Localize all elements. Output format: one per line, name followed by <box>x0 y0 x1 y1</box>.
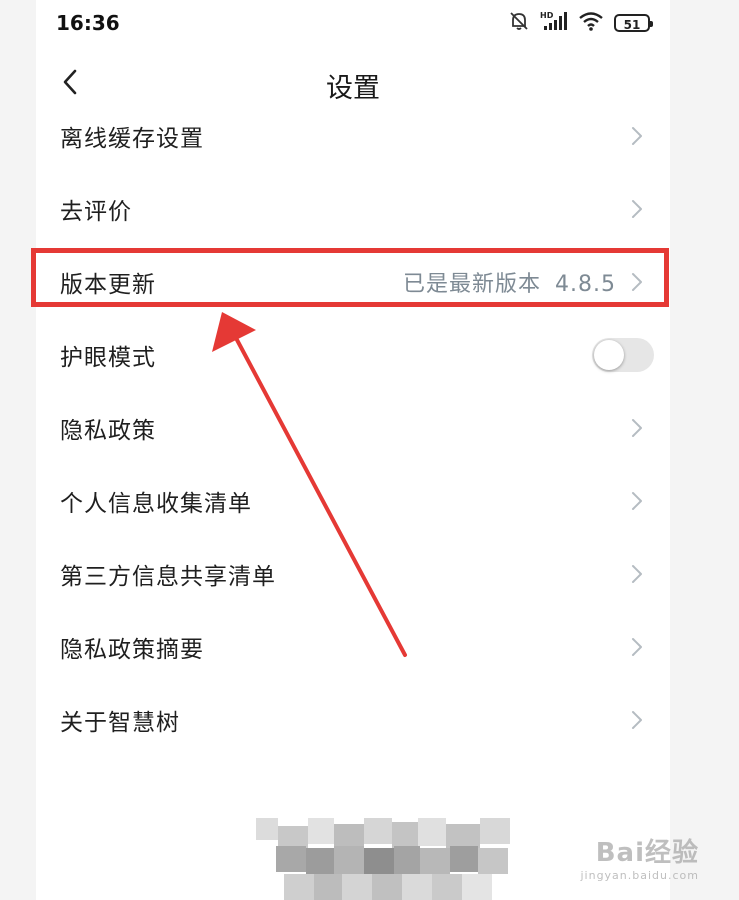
chevron-right-icon <box>632 199 642 218</box>
highlight-box <box>31 248 669 307</box>
watermark: Bai经验 jingyan.baidu.com <box>580 832 699 882</box>
settings-item-label: 隐私政策摘要 <box>60 636 204 663</box>
settings-item-eye-protection: 护眼模式 <box>36 318 670 391</box>
pixelated-redaction <box>256 818 516 900</box>
signal-icon: HD <box>540 10 568 36</box>
settings-item-offline-cache[interactable]: 离线缓存设置 <box>36 99 670 172</box>
wifi-icon <box>578 10 604 36</box>
battery-icon: 51 <box>614 14 653 32</box>
settings-item-third-party-sharing[interactable]: 第三方信息共享清单 <box>36 537 670 610</box>
watermark-url: jingyan.baidu.com <box>580 869 699 882</box>
phone-screen: 16:36 HD 51 设置 离线缓存设置 去评价 版本更新 已是最新版本 4.… <box>36 0 670 900</box>
status-time: 16:36 <box>56 11 120 35</box>
watermark-brand: Bai经验 <box>595 838 699 868</box>
settings-item-label: 关于智慧树 <box>60 709 180 736</box>
chevron-right-icon <box>632 710 642 729</box>
settings-item-label: 个人信息收集清单 <box>60 490 252 517</box>
settings-list: 离线缓存设置 去评价 版本更新 已是最新版本 4.8.5 护眼模式 隐私政策 个人… <box>36 99 670 756</box>
chevron-right-icon <box>632 418 642 437</box>
toggle-knob <box>594 339 624 370</box>
settings-item-about[interactable]: 关于智慧树 <box>36 683 670 756</box>
chevron-right-icon <box>632 564 642 583</box>
settings-item-privacy-policy[interactable]: 隐私政策 <box>36 391 670 464</box>
chevron-right-icon <box>632 491 642 510</box>
settings-item-rate[interactable]: 去评价 <box>36 172 670 245</box>
network-type: HD <box>540 11 554 20</box>
settings-item-label: 去评价 <box>60 198 132 225</box>
mute-bell-icon <box>508 10 530 36</box>
settings-item-label: 第三方信息共享清单 <box>60 563 276 590</box>
settings-item-label: 护眼模式 <box>60 344 156 371</box>
settings-item-label: 离线缓存设置 <box>60 125 204 152</box>
chevron-right-icon <box>632 126 642 145</box>
status-icons: HD 51 <box>508 10 653 36</box>
chevron-right-icon <box>632 637 642 656</box>
settings-item-personal-info-list[interactable]: 个人信息收集清单 <box>36 464 670 537</box>
settings-item-label: 隐私政策 <box>60 417 156 444</box>
status-bar: 16:36 HD 51 <box>36 0 670 46</box>
settings-item-privacy-summary[interactable]: 隐私政策摘要 <box>36 610 670 683</box>
eye-protection-toggle[interactable] <box>592 337 654 372</box>
